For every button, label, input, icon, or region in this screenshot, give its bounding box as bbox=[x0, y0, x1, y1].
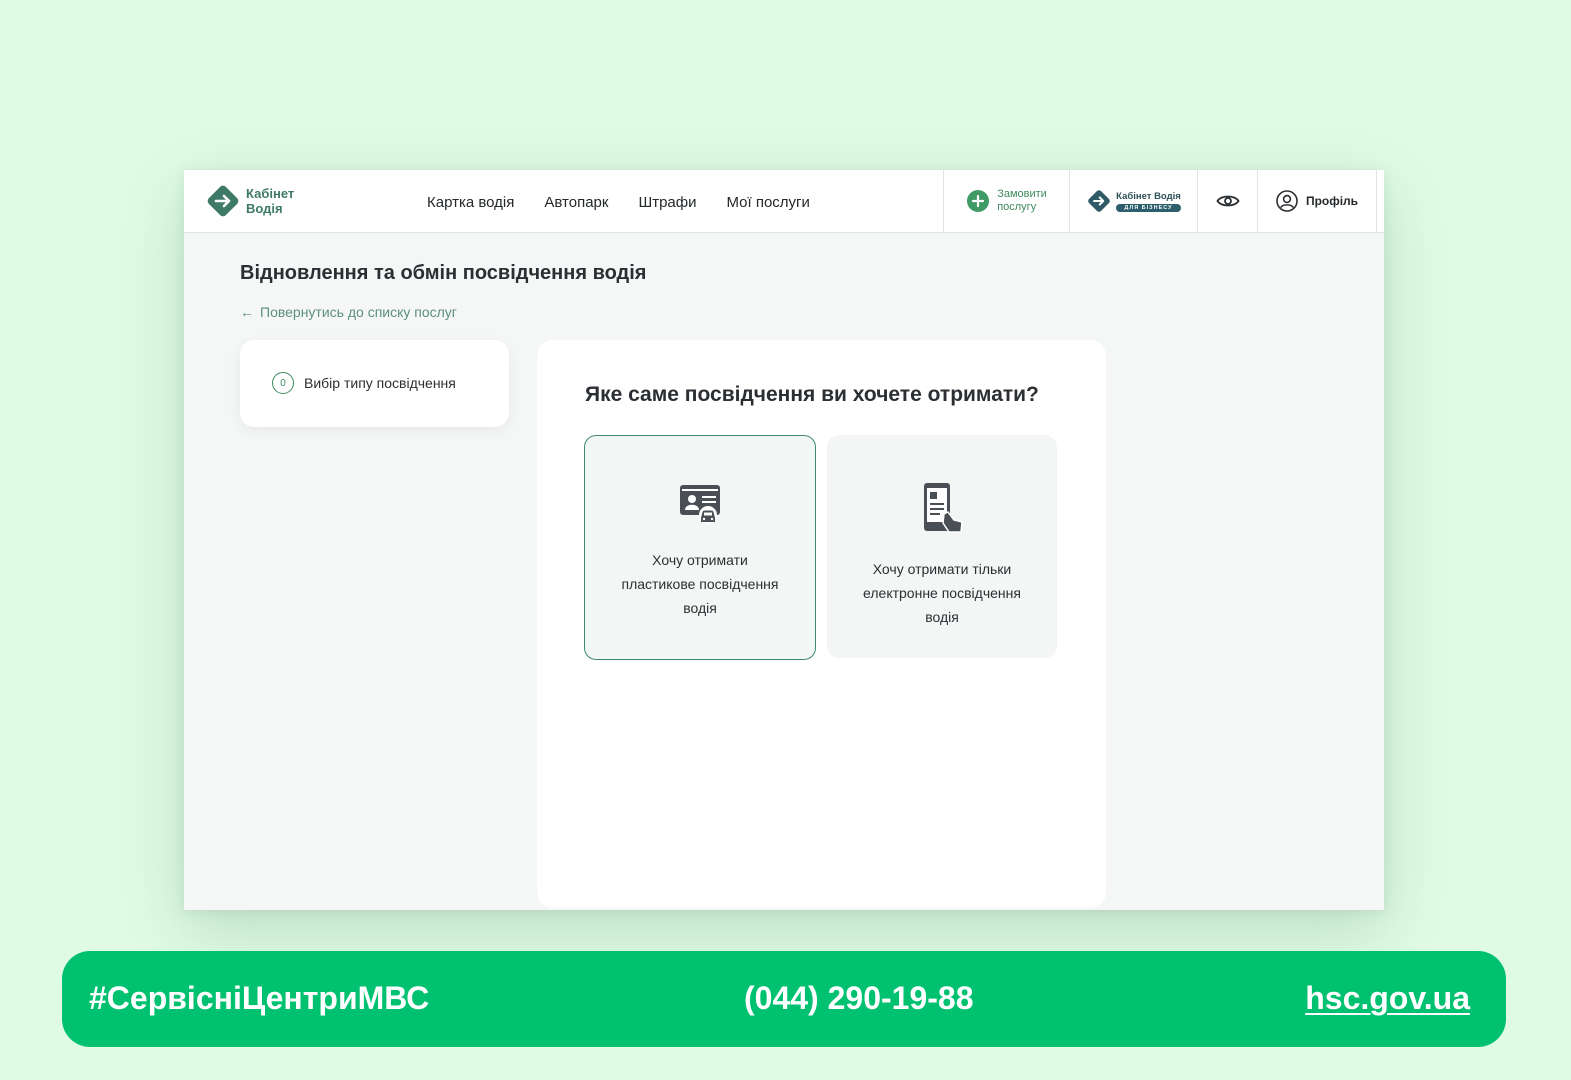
page-title: Відновлення та обмін посвідчення водія bbox=[240, 262, 647, 284]
banner-hashtag: #СервісніЦентриМВС bbox=[89, 980, 430, 1016]
order-service-label: Замовити послугу bbox=[997, 188, 1047, 214]
logo[interactable]: Кабінет Водія bbox=[206, 184, 294, 218]
app-window: Кабінет Водія Картка водія Автопарк Штра… bbox=[184, 170, 1384, 910]
nav-fines[interactable]: Штрафи bbox=[638, 194, 696, 211]
smartphone-document-icon bbox=[924, 483, 963, 533]
option-electronic-line2: електронне посвідчення bbox=[863, 585, 1021, 601]
eye-icon bbox=[1216, 195, 1240, 207]
order-service-button[interactable]: Замовити послугу bbox=[943, 170, 1070, 232]
plus-circle-icon bbox=[967, 190, 990, 212]
nav-my-services[interactable]: Мої послуги bbox=[726, 194, 809, 211]
user-circle-icon bbox=[1276, 190, 1298, 212]
nav-driver-card[interactable]: Картка водія bbox=[427, 194, 514, 211]
business-logo-arrow-icon bbox=[1088, 190, 1110, 212]
driver-license-card-icon bbox=[680, 485, 720, 524]
profile-label: Профіль bbox=[1305, 194, 1359, 208]
top-header: Кабінет Водія Картка водія Автопарк Штра… bbox=[184, 170, 1384, 233]
step-label: Вибір типу посвідчення bbox=[304, 375, 456, 391]
back-link-label: Повернутись до списку послуг bbox=[260, 304, 457, 320]
order-line2: послугу bbox=[997, 201, 1037, 213]
option-plastic-line3: водія bbox=[683, 600, 717, 616]
business-title: Кабінет Водія bbox=[1116, 190, 1181, 202]
main-nav: Картка водія Автопарк Штрафи Мої послуги bbox=[427, 194, 840, 211]
banner-phone: (044) 290-19-88 bbox=[744, 980, 974, 1016]
option-plastic-license[interactable]: Хочу отримати пластикове посвідчення вод… bbox=[584, 435, 816, 660]
business-logo-text: Кабінет Водія ДЛЯ БІЗНЕСУ bbox=[1116, 191, 1181, 212]
order-line1: Замовити bbox=[997, 188, 1047, 200]
contact-banner: #СервісніЦентриМВС (044) 290-19-88 hsc.g… bbox=[62, 951, 1506, 1047]
option-plastic-line2: пластикове посвідчення bbox=[621, 576, 779, 592]
profile-button[interactable]: Профіль bbox=[1257, 170, 1377, 232]
logo-text: Кабінет Водія bbox=[246, 186, 294, 216]
option-electronic-line3: водія bbox=[925, 609, 959, 625]
banner-site-link[interactable]: hsc.gov.ua bbox=[1305, 980, 1470, 1017]
option-plastic-line1: Хочу отримати bbox=[652, 552, 748, 568]
license-type-card: Яке саме посвідчення ви хочете отримати?… bbox=[537, 340, 1106, 908]
accessibility-view-button[interactable] bbox=[1197, 170, 1258, 232]
option-plastic-text: Хочу отримати пластикове посвідчення вод… bbox=[605, 548, 795, 620]
option-electronic-license[interactable]: Хочу отримати тільки електронне посвідче… bbox=[827, 435, 1057, 658]
option-electronic-text: Хочу отримати тільки електронне посвідче… bbox=[847, 557, 1037, 629]
nav-fleet[interactable]: Автопарк bbox=[544, 194, 608, 211]
logo-arrow-icon bbox=[207, 185, 239, 217]
business-cabinet-link[interactable]: Кабінет Водія ДЛЯ БІЗНЕСУ bbox=[1069, 170, 1198, 232]
steps-panel: 0 Вибір типу посвідчення bbox=[240, 340, 509, 427]
step-item[interactable]: 0 Вибір типу посвідчення bbox=[272, 372, 456, 394]
step-number: 0 bbox=[272, 372, 294, 394]
business-badge: ДЛЯ БІЗНЕСУ bbox=[1116, 203, 1181, 212]
option-electronic-line1: Хочу отримати тільки bbox=[872, 561, 1012, 577]
arrow-left-icon: ← bbox=[240, 304, 254, 320]
question-heading: Яке саме посвідчення ви хочете отримати? bbox=[585, 383, 1039, 406]
logo-line1: Кабінет bbox=[246, 186, 295, 201]
logo-line2: Водія bbox=[246, 201, 283, 216]
back-to-services-link[interactable]: ← Повернутись до списку послуг bbox=[240, 304, 457, 320]
